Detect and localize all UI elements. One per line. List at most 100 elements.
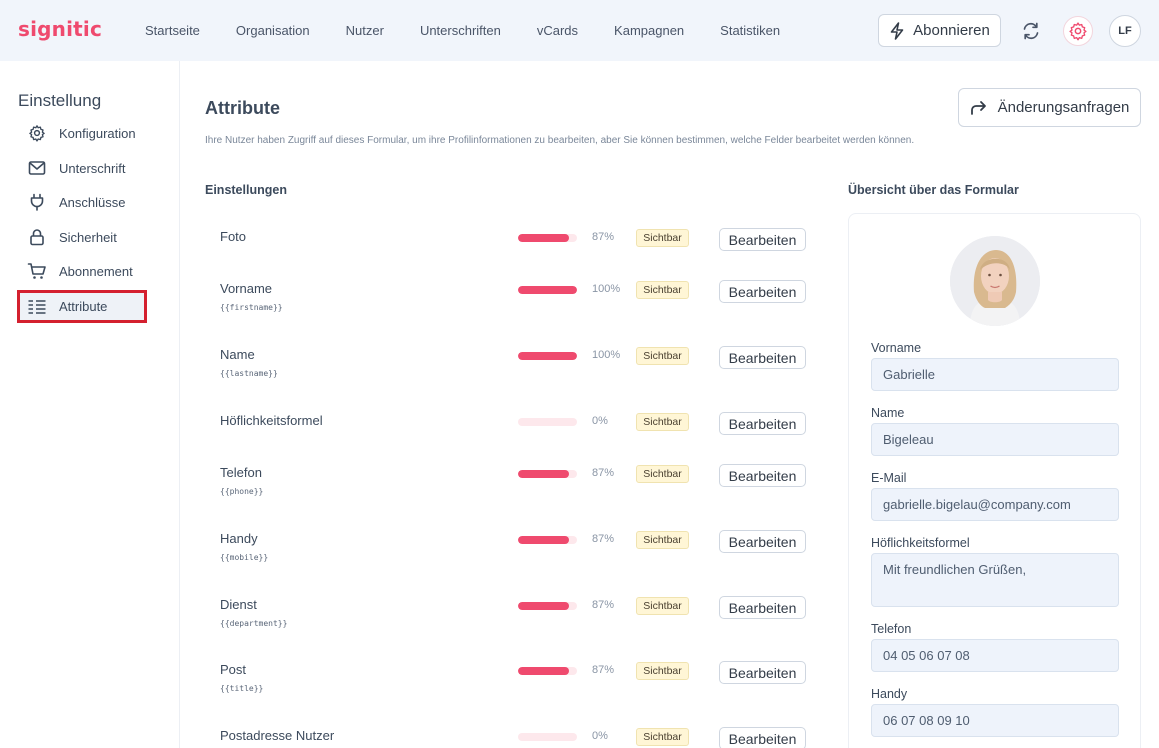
form-preview-panel: Vorname Gabrielle Name Bigeleau E-Mail g… (848, 213, 1141, 748)
edit-button[interactable]: Bearbeiten (719, 412, 806, 435)
subscribe-label: Abonnieren (913, 22, 990, 39)
fill-percentage: 0% (592, 415, 608, 427)
fill-progress-bar (518, 352, 577, 360)
attribute-name: Dienst (220, 597, 257, 612)
sidebar-item-sicherheit[interactable]: Sicherheit (17, 222, 147, 252)
lock-icon (27, 227, 47, 247)
preview-heading: Übersicht über das Formular (848, 183, 1019, 197)
fill-percentage: 87% (592, 467, 615, 479)
sidebar-item-label: Konfiguration (59, 125, 136, 141)
salutation-field[interactable]: Mit freundlichen Grüßen, (871, 553, 1119, 607)
edit-button[interactable]: Bearbeiten (719, 346, 806, 369)
firstname-field[interactable]: Gabrielle (871, 358, 1119, 391)
page-description: Ihre Nutzer haben Zugriff auf dieses For… (205, 135, 915, 146)
attribute-row: Handy {{mobile}} 87% Sichtbar Bearbeiten (205, 530, 815, 581)
attribute-variable: {{phone}} (220, 487, 264, 496)
sidebar-item-anschluesse[interactable]: Anschlüsse (17, 187, 147, 217)
plug-icon (27, 192, 47, 212)
nav-item-organisation[interactable]: Organisation (236, 23, 310, 38)
status-badge: Sichtbar (636, 662, 689, 680)
status-badge: Sichtbar (636, 728, 689, 746)
nav-item-unterschriften[interactable]: Unterschriften (420, 23, 501, 38)
edit-button[interactable]: Bearbeiten (719, 280, 806, 303)
sidebar-item-label: Unterschrift (59, 160, 126, 176)
change-requests-button[interactable]: Änderungsanfragen (958, 88, 1141, 127)
fill-progress-bar (518, 602, 577, 610)
sidebar-item-abonnement[interactable]: Abonnement (17, 256, 147, 286)
fill-percentage: 87% (592, 664, 615, 676)
gear-icon (27, 123, 47, 143)
attribute-row: Post {{title}} 87% Sichtbar Bearbeiten (205, 661, 815, 712)
lastname-field[interactable]: Bigeleau (871, 423, 1119, 456)
email-field[interactable]: gabrielle.bigelau@company.com (871, 488, 1119, 521)
sidebar-title: Einstellung (18, 91, 102, 110)
settings-button[interactable] (1063, 16, 1093, 46)
fill-progress-bar (518, 286, 577, 294)
field-label-firstname: Vorname (871, 341, 922, 355)
edit-button[interactable]: Bearbeiten (719, 596, 806, 619)
edit-button[interactable]: Bearbeiten (719, 661, 806, 684)
attribute-variable: {{firstname}} (220, 303, 283, 312)
attribute-row: Foto 87% Sichtbar Bearbeiten (205, 228, 815, 279)
sidebar-item-konfiguration[interactable]: Konfiguration (17, 118, 147, 148)
edit-button[interactable]: Bearbeiten (719, 228, 806, 251)
fill-progress-bar (518, 536, 577, 544)
refresh-button[interactable] (1016, 16, 1046, 46)
attribute-row: Postadresse Nutzer 0% Sichtbar Bearbeite… (205, 727, 815, 748)
attribute-row: Telefon {{phone}} 87% Sichtbar Bearbeite… (205, 464, 815, 515)
nav-item-vcards[interactable]: vCards (537, 23, 578, 38)
logo[interactable]: signitic (18, 17, 102, 41)
fill-progress-bar (518, 234, 577, 242)
main-nav: Startseite Organisation Nutzer Unterschr… (127, 0, 798, 61)
attribute-variable: {{mobile}} (220, 553, 269, 562)
attribute-name: Name (220, 347, 255, 362)
attribute-variable: {{title}} (220, 684, 264, 693)
attribute-row: Vorname {{firstname}} 100% Sichtbar Bear… (205, 280, 815, 331)
status-badge: Sichtbar (636, 597, 689, 615)
fill-percentage: 0% (592, 730, 608, 742)
phone-field[interactable]: 04 05 06 07 08 (871, 639, 1119, 672)
attribute-name: Foto (220, 229, 247, 244)
edit-button[interactable]: Bearbeiten (719, 530, 806, 553)
status-badge: Sichtbar (636, 413, 689, 431)
fill-progress-bar (518, 470, 577, 478)
attribute-row: Name {{lastname}} 100% Sichtbar Bearbeit… (205, 346, 815, 397)
gear-icon (1069, 22, 1087, 41)
page-title: Attribute (205, 98, 280, 118)
top-bar: signitic Startseite Organisation Nutzer … (0, 0, 1159, 61)
settings-heading: Einstellungen (205, 183, 287, 197)
field-label-email: E-Mail (871, 471, 907, 485)
nav-item-statistiken[interactable]: Statistiken (720, 23, 780, 38)
attribute-name: Handy (220, 531, 258, 546)
nav-item-nutzer[interactable]: Nutzer (346, 23, 384, 38)
field-label-phone: Telefon (871, 622, 912, 636)
edit-button[interactable]: Bearbeiten (719, 464, 806, 487)
attribute-name: Vorname (220, 281, 273, 296)
subscribe-button[interactable]: Abonnieren (878, 14, 1001, 47)
attribute-name: Höflichkeitsformel (220, 413, 323, 428)
fill-percentage: 87% (592, 599, 615, 611)
status-badge: Sichtbar (636, 229, 689, 247)
list-icon (27, 297, 47, 317)
edit-button[interactable]: Bearbeiten (719, 727, 806, 748)
sidebar-item-label: Attribute (59, 299, 108, 314)
status-badge: Sichtbar (636, 465, 689, 483)
mobile-field[interactable]: 06 07 08 09 10 (871, 704, 1119, 737)
attribute-name: Postadresse Nutzer (220, 728, 335, 743)
fill-progress-bar (518, 733, 577, 741)
attribute-variable: {{department}} (220, 619, 288, 628)
user-avatar[interactable]: LF (1109, 15, 1141, 47)
attribute-name: Post (220, 662, 247, 677)
field-label-salutation: Höflichkeitsformel (871, 536, 970, 550)
attribute-row: Dienst {{department}} 87% Sichtbar Bearb… (205, 596, 815, 647)
fill-percentage: 87% (592, 231, 615, 243)
change-requests-label: Änderungsanfragen (997, 99, 1130, 116)
sidebar-item-label: Sicherheit (59, 229, 117, 245)
status-badge: Sichtbar (636, 347, 689, 365)
nav-item-startseite[interactable]: Startseite (145, 23, 200, 38)
sidebar-item-attribute[interactable]: Attribute (17, 290, 147, 323)
lightning-icon (890, 21, 904, 40)
sidebar-item-unterschrift[interactable]: Unterschrift (17, 153, 147, 183)
nav-item-kampagnen[interactable]: Kampagnen (614, 23, 684, 38)
envelope-icon (27, 158, 47, 178)
